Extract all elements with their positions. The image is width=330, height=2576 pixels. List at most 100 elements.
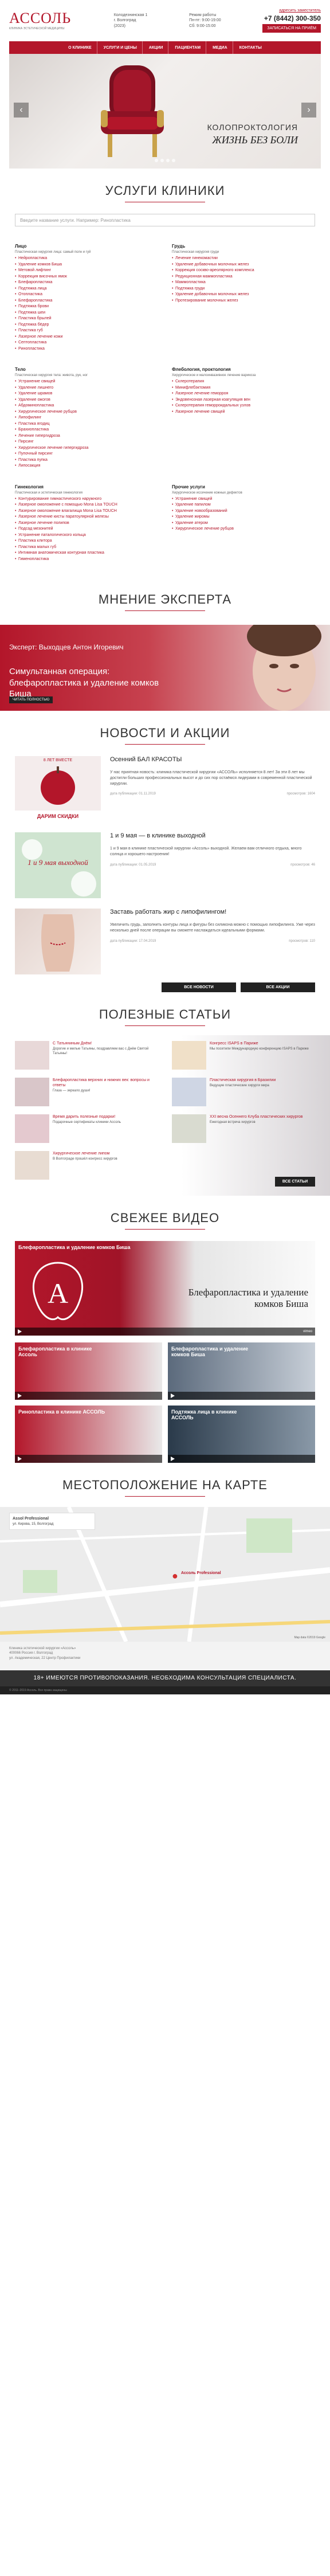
service-link[interactable]: Лазерное лечение свищей	[172, 409, 315, 416]
service-link[interactable]: Устранение свищей	[172, 496, 315, 503]
service-link[interactable]: Подтяжка бёдер	[15, 322, 158, 328]
service-link[interactable]: Эндовенозная лазерная коагуляция вен	[172, 397, 315, 404]
service-link[interactable]: Пластика брылей	[15, 316, 158, 322]
service-link[interactable]: Удаление комков Биша	[15, 262, 158, 268]
service-link[interactable]: Протезирование молочных желез	[172, 298, 315, 304]
article-item[interactable]: Время дарить полезные подарки! Подарочные…	[15, 1114, 158, 1143]
service-link[interactable]: Липосакция	[15, 463, 158, 469]
service-link[interactable]: Лазерное лечение кисты паратоулярной жел…	[15, 514, 158, 520]
service-link[interactable]: Пластика губ	[15, 328, 158, 334]
service-link[interactable]: Удаление шрамов	[15, 391, 158, 397]
service-link[interactable]: Удаление добавочных молочных желез	[172, 262, 315, 268]
article-title[interactable]: Пластическая хирургия в Бразилии	[210, 1078, 276, 1083]
service-link[interactable]: Гименопластика	[15, 557, 158, 563]
phone-number[interactable]: +7 (8442) 300-350	[262, 14, 321, 22]
service-link[interactable]: Септопластика	[15, 340, 158, 346]
slider-dot[interactable]	[172, 159, 175, 162]
article-item[interactable]: XXI весна Осеннего Клуба пластических хи…	[172, 1114, 315, 1143]
video-controls[interactable]	[15, 1455, 162, 1463]
service-link[interactable]: Хирургическое лечение рубцов	[15, 409, 158, 416]
video-controls[interactable]	[15, 1392, 162, 1400]
play-icon[interactable]	[18, 1393, 22, 1398]
nav-item-about[interactable]: О КЛИНИКЕ	[63, 41, 97, 54]
service-link[interactable]: Ринопластика	[15, 346, 158, 353]
slider-dot[interactable]	[155, 159, 158, 162]
nav-item-patients[interactable]: ПАЦИЕНТАМ	[170, 41, 207, 54]
service-link[interactable]: Подтяжка лица	[15, 286, 158, 292]
nav-item-services[interactable]: УСЛУГИ И ЦЕНЫ	[99, 41, 143, 54]
video-controls[interactable]: vimeo	[15, 1328, 315, 1336]
service-category-title[interactable]: Грудь	[172, 244, 315, 249]
slider-prev-arrow-icon[interactable]: ‹	[14, 103, 29, 118]
article-title[interactable]: Блефаропластика верхних и нижних век: во…	[53, 1078, 158, 1088]
slider-dot[interactable]	[166, 159, 170, 162]
service-link[interactable]: Брахиопластика	[15, 427, 158, 433]
video-thumbnail[interactable]: Ринопластика в клинике АССОЛЬ	[15, 1406, 162, 1463]
article-item[interactable]: Пластическая хирургия в Бразилии Ведущие …	[172, 1078, 315, 1106]
play-icon[interactable]	[171, 1393, 175, 1398]
service-category-title[interactable]: Гинекология	[15, 484, 158, 490]
news-headline[interactable]: Осенний БАЛ КРАСОТЫ	[110, 756, 315, 763]
service-link[interactable]: Подсад мезонитей	[15, 526, 158, 533]
service-link[interactable]: Подтяжка груди	[172, 286, 315, 292]
service-link[interactable]: Лазерное лечение полипов	[15, 520, 158, 527]
map-embed[interactable]: Assol Professional ул. Кирова, 15, Волго…	[0, 1507, 330, 1642]
article-item[interactable]: С Татьяниным Днём! Дорогие и милые Татьян…	[15, 1041, 158, 1070]
service-link[interactable]: Пупочный пирсинг	[15, 451, 158, 457]
service-link[interactable]: Пластика пупка	[15, 457, 158, 464]
video-thumbnail[interactable]: Блефаропластика и удаление комков Биша	[168, 1342, 315, 1400]
logo[interactable]: АССОЛЬ КЛИНИКА ЭСТЕТИЧЕСКОЙ МЕДИЦИНЫ	[9, 11, 72, 31]
service-link[interactable]: Минифлебэктомия	[172, 385, 315, 392]
service-link[interactable]: Устранение свищей	[15, 379, 158, 385]
service-link[interactable]: Склеротерапия геморроидальных узлов	[172, 403, 315, 409]
service-link[interactable]: Интимная анатомическая контурная пластик…	[15, 550, 158, 557]
play-icon[interactable]	[171, 1457, 175, 1461]
nav-item-contacts[interactable]: КОНТАКТЫ	[234, 41, 267, 54]
service-link[interactable]: Контурирование гимнастического наружного	[15, 496, 158, 503]
appointment-button[interactable]: ЗАПИСАТЬСЯ НА ПРИЁМ	[262, 24, 321, 33]
service-link[interactable]: Маммопластика	[172, 280, 315, 286]
service-link[interactable]: Лечение гипергидроза	[15, 433, 158, 440]
service-link[interactable]: Редукционная маммопластика	[172, 274, 315, 280]
service-link[interactable]: Лечение гинекомастии	[172, 256, 315, 262]
service-link[interactable]: Блефаропластика	[15, 298, 158, 304]
play-icon[interactable]	[18, 1329, 22, 1334]
service-link[interactable]: Лазерное омоложение с помощью Mona Lisa …	[15, 502, 158, 508]
service-link[interactable]: Пластика ягодиц	[15, 421, 158, 428]
service-link[interactable]: Удаление папилом	[172, 502, 315, 508]
main-video-player[interactable]: A Блефаропластика и удаление комков Биша…	[15, 1241, 315, 1336]
article-title[interactable]: Хирургическое лечение липом	[53, 1151, 117, 1156]
service-link[interactable]: Лазерное омоложение влагалища Mona Lisa …	[15, 508, 158, 515]
service-link[interactable]: Хирургическое лечение рубцов	[172, 526, 315, 533]
article-item[interactable]: Хирургическое лечение липом В Волгограде …	[15, 1151, 158, 1180]
service-link[interactable]: Коррекция соскво-ареолярного комплекса	[172, 268, 315, 274]
play-icon[interactable]	[18, 1457, 22, 1461]
news-item[interactable]: 1 и 9 мая выходной 1 и 9 мая — в клинике…	[15, 832, 315, 898]
article-item[interactable]: Блефаропластика верхних и нижних век: во…	[15, 1078, 158, 1106]
video-controls[interactable]	[168, 1455, 315, 1463]
service-category-title[interactable]: Лицо	[15, 244, 158, 249]
expert-banner[interactable]: Эксперт: Выходцев Антон Игоревич Симульт…	[0, 625, 330, 711]
service-link[interactable]: Лазерное лечение геморроя	[172, 391, 315, 397]
service-link[interactable]: Устранение паталогического кольца	[15, 533, 158, 539]
video-thumbnail[interactable]: Блефаропластика в клинике Ассоль	[15, 1342, 162, 1400]
service-link[interactable]: Удаление ожогов	[15, 397, 158, 404]
article-item[interactable]: Конгресс ISAPS в Париже Мы посетили Между…	[172, 1041, 315, 1070]
service-link[interactable]: Удаление атером	[172, 520, 315, 527]
map-pin-icon[interactable]: ●	[172, 1570, 178, 1582]
service-link[interactable]: Подтяжка шеи	[15, 310, 158, 316]
service-link[interactable]: Пластика клитора	[15, 538, 158, 545]
all-articles-button[interactable]: ВСЕ СТАТЬИ	[275, 1177, 315, 1187]
service-link[interactable]: Склеротерапия	[172, 379, 315, 385]
service-link[interactable]: Метовой лифтинг	[15, 268, 158, 274]
news-headline[interactable]: Заставь работать жир с липофилингом!	[110, 909, 315, 915]
service-link[interactable]: Подтяжка брови	[15, 304, 158, 310]
article-title[interactable]: XXI весна Осеннего Клуба пластических хи…	[210, 1114, 302, 1119]
service-link[interactable]: Хирургическое лечение гипергидроза	[15, 445, 158, 452]
article-title[interactable]: Время дарить полезные подарки!	[53, 1114, 121, 1119]
service-link[interactable]: Коррекция височных ямок	[15, 274, 158, 280]
service-category-title[interactable]: Прочие услуги	[172, 484, 315, 490]
slider-next-arrow-icon[interactable]: ›	[301, 103, 316, 118]
service-link[interactable]: Удаление новообразований	[172, 508, 315, 515]
header-link[interactable]: адресить заместитель	[262, 9, 321, 13]
